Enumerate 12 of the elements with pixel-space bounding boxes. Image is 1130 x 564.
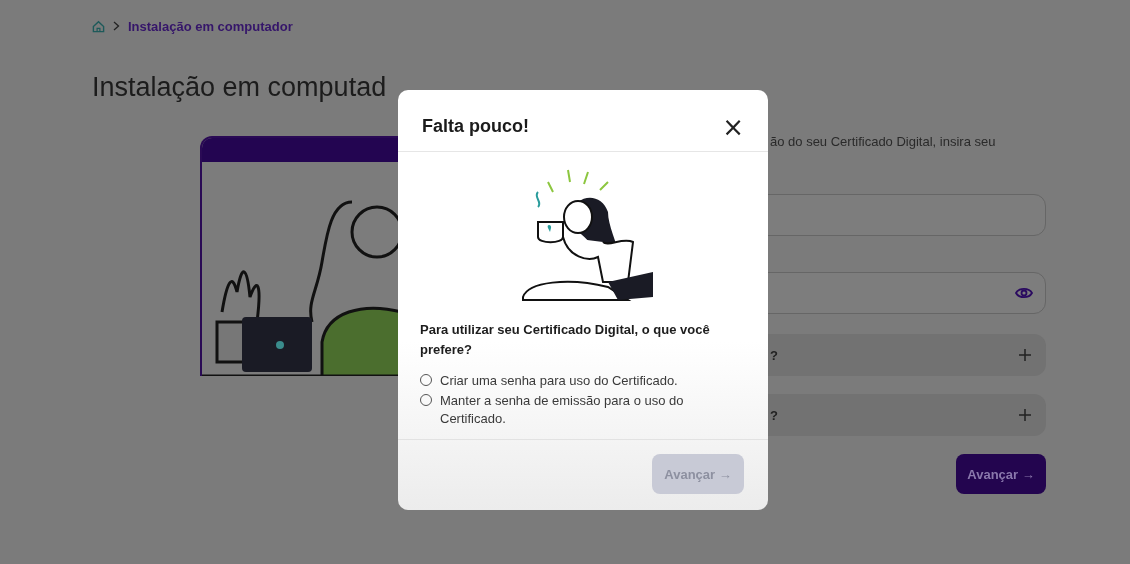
eye-icon[interactable] — [1015, 287, 1033, 299]
plus-icon — [1018, 348, 1032, 362]
breadcrumb-current[interactable]: Instalação em computador — [128, 18, 293, 34]
close-button[interactable]: × — [722, 116, 744, 137]
accordion-label: ? — [770, 347, 778, 363]
accordion-label: ? — [770, 407, 778, 423]
chevron-right-icon — [113, 21, 120, 31]
next-button[interactable]: Avançar → — [956, 454, 1046, 494]
page-title: Instalação em computad — [92, 72, 388, 104]
instruction-text: ão do seu Certificado Digital, insira seu — [770, 134, 997, 151]
dialog-title: Falta pouco! — [422, 116, 529, 137]
plus-icon — [1018, 408, 1032, 422]
